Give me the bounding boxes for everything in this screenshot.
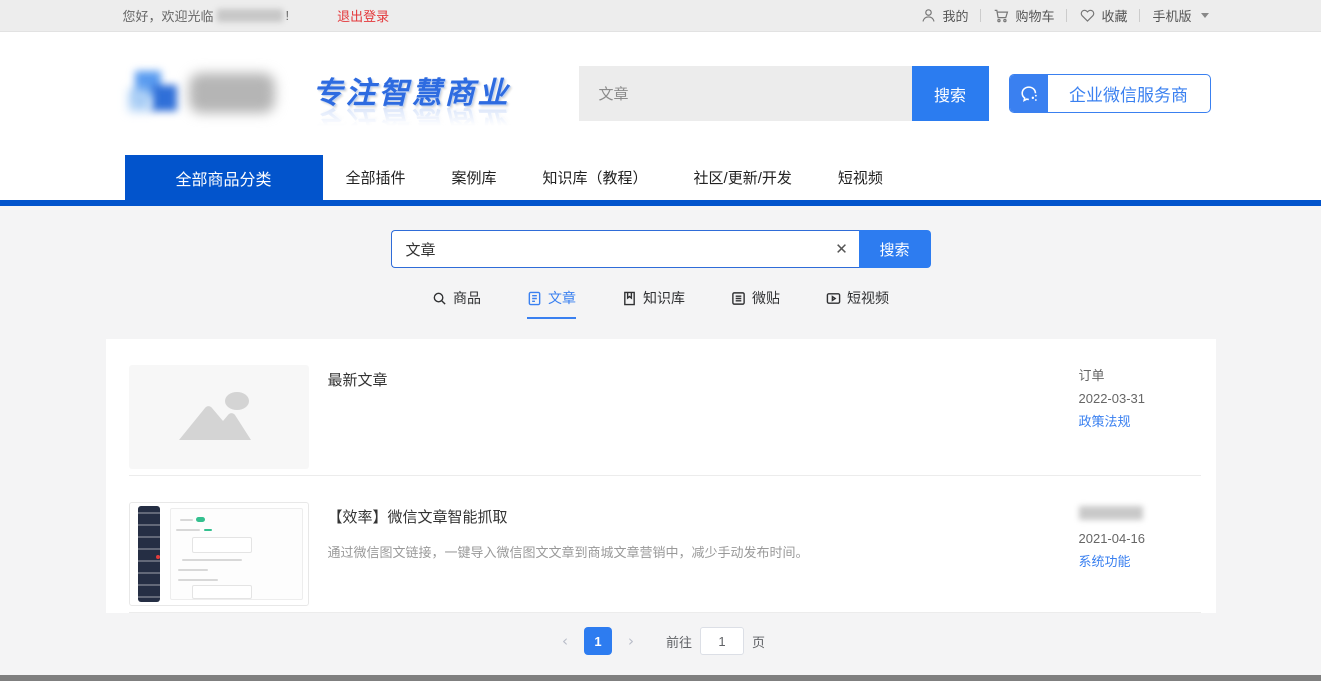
tab-goods-label: 商品 [453,288,481,308]
result-meta-type: 订单 [1079,369,1201,382]
current-page-button[interactable]: 1 [584,627,612,655]
cart-label: 购物车 [1015,6,1054,25]
clear-search-icon[interactable]: ✕ [825,240,859,258]
thumbnail-line [180,519,193,521]
result-item[interactable]: 最新文章 订单 2022-03-31 政策法规 [129,339,1201,476]
result-date: 2022-03-31 [1079,392,1201,405]
page: 您好，欢迎光临 ! 退出登录 我的 购物车 [0,0,1321,681]
header-search-button[interactable]: 搜索 [912,66,989,121]
tab-videos-label: 短视频 [847,288,889,308]
user-icon [920,7,937,24]
result-item[interactable]: 【效率】微信文章智能抓取 通过微信图文链接，一键导入微信图文文章到商城文章营销中… [129,476,1201,613]
result-title[interactable]: 最新文章 [328,369,1079,390]
my-account-label: 我的 [942,6,968,25]
greeting: 您好，欢迎光临 ! [123,6,290,25]
greeting-suffix: ! [286,8,290,23]
favorites-link[interactable]: 收藏 [1079,6,1127,25]
tab-knowledge[interactable]: 知识库 [622,288,685,319]
result-search-box: ✕ 搜索 [391,230,931,268]
prev-page-icon[interactable]: ‹ [556,632,574,650]
nav-item-all-categories[interactable]: 全部商品分类 [125,155,323,200]
wecom-service-button[interactable]: 企业微信服务商 [1009,74,1211,113]
my-account-link[interactable]: 我的 [920,6,968,25]
pagination: ‹ 1 › 前往 页 [0,627,1321,655]
cart-icon [993,7,1010,24]
tab-articles-label: 文章 [548,288,576,308]
chevron-down-icon [1201,13,1209,18]
cart-link[interactable]: 购物车 [993,6,1054,25]
result-type-tabs: 商品 文章 知识库 微贴 [0,288,1321,319]
tab-posts-label: 微贴 [752,288,780,308]
header: 专注智慧商业 专注智慧商业 搜索 [0,32,1321,155]
results-list: 最新文章 订单 2022-03-31 政策法规 [106,339,1216,613]
result-thumbnail [129,502,309,606]
tab-videos[interactable]: 短视频 [826,288,889,319]
nav-item-community[interactable]: 社区/更新/开发 [671,155,815,200]
slogan-reflection: 专注智慧商业 [313,105,511,135]
favorites-label: 收藏 [1101,6,1127,25]
post-icon [731,291,746,306]
redacted-meta [1079,506,1143,520]
thumbnail-toggle [196,517,205,522]
header-search-input[interactable] [579,66,912,121]
separator [1139,9,1140,22]
book-icon [622,291,637,306]
heart-icon [1079,7,1096,24]
thumbnail-line [178,579,218,581]
topbar: 您好，欢迎光临 ! 退出登录 我的 购物车 [0,0,1321,32]
greeting-prefix: 您好，欢迎光临 [123,6,214,25]
wecom-service-label: 企业微信服务商 [1048,81,1210,106]
nav-item-knowledge-base[interactable]: 知识库（教程） [520,155,671,200]
bottom-edge-bar [0,675,1321,681]
article-icon [527,291,542,306]
result-description: 通过微信图文链接，一键导入微信图文文章到商城文章营销中，减少手动发布时间。 [328,543,1079,563]
tab-articles[interactable]: 文章 [527,288,576,319]
nav-item-all-plugins[interactable]: 全部插件 [323,155,429,200]
tab-goods[interactable]: 商品 [432,288,481,319]
thumbnail-line [178,569,208,571]
slogan-text: 专注智慧商业 [313,79,511,109]
site-logo[interactable] [129,63,279,125]
redacted-username [217,9,283,22]
thumbnail-sidebar [138,506,160,602]
logo-blur-shape [189,73,275,113]
result-date: 2021-04-16 [1079,532,1201,545]
mobile-version-dropdown[interactable]: 手机版 [1152,6,1208,25]
result-search-input[interactable] [392,241,825,258]
slogan: 专注智慧商业 专注智慧商业 [313,79,511,109]
goto-label: 前往 [666,632,692,651]
result-category-link[interactable]: 系统功能 [1079,555,1201,568]
thumbnail-textarea [192,585,252,599]
tab-posts[interactable]: 微贴 [731,288,780,319]
wecom-chat-icon [1010,74,1048,113]
thumbnail-badge-dot [156,555,160,559]
nav-item-case-library[interactable]: 案例库 [429,155,520,200]
nav-item-short-video[interactable]: 短视频 [815,155,906,200]
next-page-icon[interactable]: › [622,632,640,650]
thumbnail-line [176,529,200,531]
result-category-link[interactable]: 政策法规 [1079,415,1201,428]
thumbnail-line [182,559,242,561]
page-unit-label: 页 [752,632,765,651]
thumbnail-textarea [192,537,252,553]
thumbnail-line [204,529,212,531]
header-search-box: 搜索 [579,66,989,121]
separator [1066,9,1067,22]
mobile-version-label: 手机版 [1152,6,1191,25]
result-title[interactable]: 【效率】微信文章智能抓取 [328,506,1079,527]
main-content: ✕ 搜索 商品 文章 知识库 [0,206,1321,675]
logo-blur-shape [151,85,177,111]
search-icon [432,291,447,306]
placeholder-image-icon [129,365,309,469]
goto-page-input[interactable] [700,627,744,655]
main-nav: 全部商品分类 全部插件 案例库 知识库（教程） 社区/更新/开发 短视频 [0,155,1321,200]
tab-knowledge-label: 知识库 [643,288,685,308]
separator [980,9,981,22]
logout-link[interactable]: 退出登录 [337,6,389,25]
result-search-button[interactable]: 搜索 [859,230,931,268]
video-icon [826,291,841,306]
logo-blur-shape [129,89,151,111]
